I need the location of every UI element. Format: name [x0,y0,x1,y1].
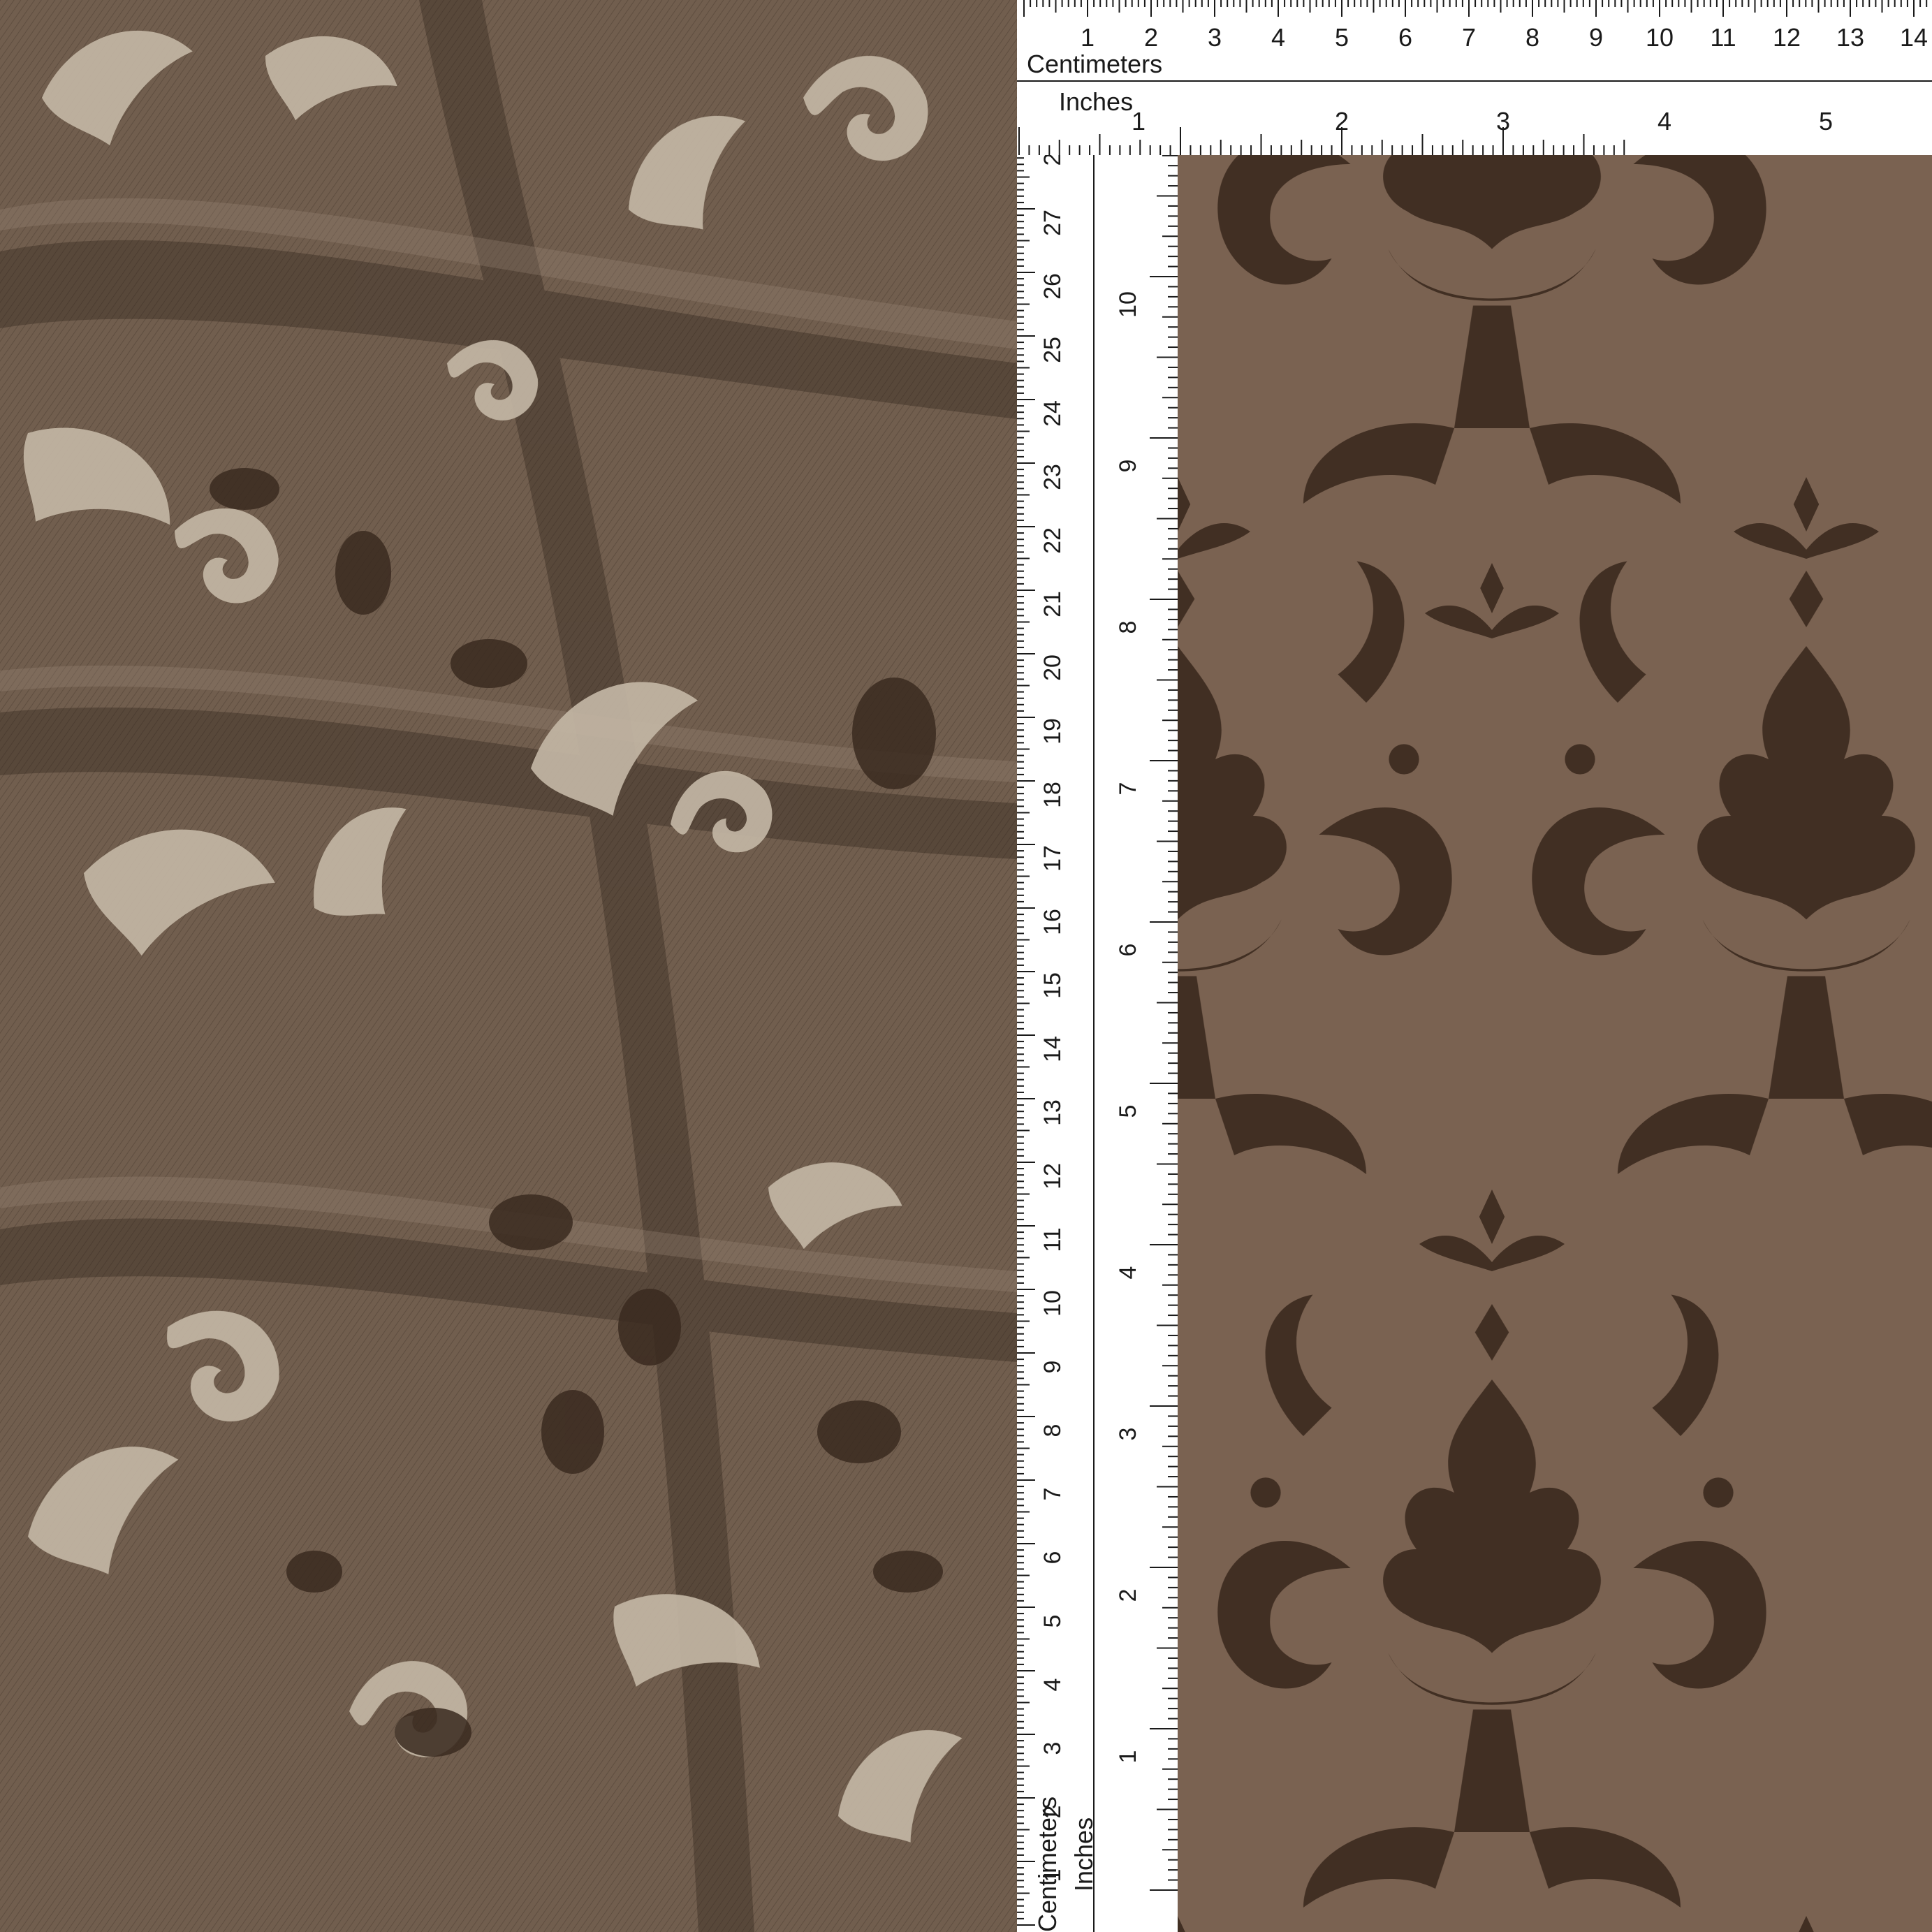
top-ruler-cm-number: 3 [1208,23,1222,52]
flat-fabric-photo [1178,155,1932,1932]
left-ruler-cm-number: 25 [1039,337,1066,363]
left-ruler-cm-number: 13 [1039,1099,1066,1126]
left-ruler-cm-number: 20 [1039,654,1066,681]
left-ruler-in-number: 6 [1115,944,1141,957]
left-ruler-cm-number: 16 [1039,909,1066,935]
left-ruler-cm-number: 6 [1039,1551,1066,1565]
left-ruler-cm-number: 18 [1039,782,1066,808]
left-ruler-cm-number: 17 [1039,845,1066,872]
top-ruler-cm-number: 9 [1589,23,1603,52]
left-ruler-cm-number: 4 [1039,1678,1066,1692]
left-ruler-cm-number: 3 [1039,1742,1066,1755]
top-ruler-cm-number: 5 [1335,23,1349,52]
top-ruler-cm-number: 6 [1398,23,1412,52]
top-ruler-cm-number: 8 [1525,23,1539,52]
left-ruler-cm-number: 15 [1039,972,1066,999]
left-ruler-cm-number: 12 [1039,1163,1066,1190]
left-ruler-cm-number: 2 [1039,155,1066,166]
left-ruler-cm-number: 27 [1039,210,1066,236]
top-ruler-cm-number: 12 [1773,23,1801,52]
left-ruler-cm-number: 5 [1039,1615,1066,1628]
left-ruler-in-number: 4 [1115,1266,1141,1280]
top-ruler-in-number: 4 [1657,107,1671,136]
top-ruler-cm-number: 14 [1900,23,1928,52]
left-ruler-cm-number: 19 [1039,718,1066,745]
left-ruler-in-number: 1 [1115,1750,1141,1764]
left-ruler-cm-number: 10 [1039,1290,1066,1317]
top-ruler-cm-number: 2 [1144,23,1158,52]
left-ruler-in-number: 3 [1115,1428,1141,1441]
top-ruler-cm-number: 1 [1081,23,1095,52]
left-ruler-cm-number: 9 [1039,1361,1066,1374]
top-ruler-cm-number: 11 [1710,23,1736,52]
draped-fabric-photo [0,0,1017,1932]
left-ruler-cm-number: 8 [1039,1424,1066,1437]
top-ruler-cm-label: Centimeters [1027,50,1162,78]
left-ruler-cm-number: 26 [1039,273,1066,300]
left-ruler-in-label: Inches [1069,1817,1098,1891]
top-ruler-cm-number: 4 [1271,23,1285,52]
left-ruler-in-number: 9 [1115,460,1141,473]
left-ruler-in-number: 7 [1115,782,1141,796]
top-ruler-in-label: Inches [1059,87,1133,116]
left-ruler-cm-label: Centimeters [1033,1796,1062,1932]
left-ruler-cm-number: 22 [1039,527,1066,554]
top-ruler-in-number: 2 [1335,107,1349,136]
top-ruler-cm-number: 7 [1462,23,1476,52]
top-ruler-in-number: 1 [1132,107,1146,136]
left-ruler-cm-number: 23 [1039,464,1066,490]
top-ruler: Centimeters Inches 1 2 3 4 5 6 7 8 9 10 11 12 13 14 1… [1017,0,1932,155]
left-ruler-cm-number: 7 [1039,1488,1066,1501]
left-ruler: 1 2 3 4 5 6 7 8 9 10 11 12 13 14 15 16 17 18 19 20 21 22 23 24 2… [1017,155,1178,1932]
left-ruler-cm-number: 21 [1039,591,1066,617]
top-ruler-cm-number: 13 [1836,23,1864,52]
top-ruler-in-number: 3 [1496,107,1510,136]
left-ruler-in-number: 5 [1115,1105,1141,1118]
top-ruler-in-number: 5 [1819,107,1833,136]
left-ruler-cm-number: 14 [1039,1036,1066,1062]
left-ruler-cm-number: 11 [1039,1227,1066,1252]
left-ruler-in-number: 2 [1115,1589,1141,1602]
left-ruler-in-number: 8 [1115,621,1141,634]
top-ruler-cm-number: 10 [1646,23,1674,52]
left-ruler-in-number: 10 [1115,291,1141,318]
left-ruler-cm-number: 24 [1039,400,1066,427]
